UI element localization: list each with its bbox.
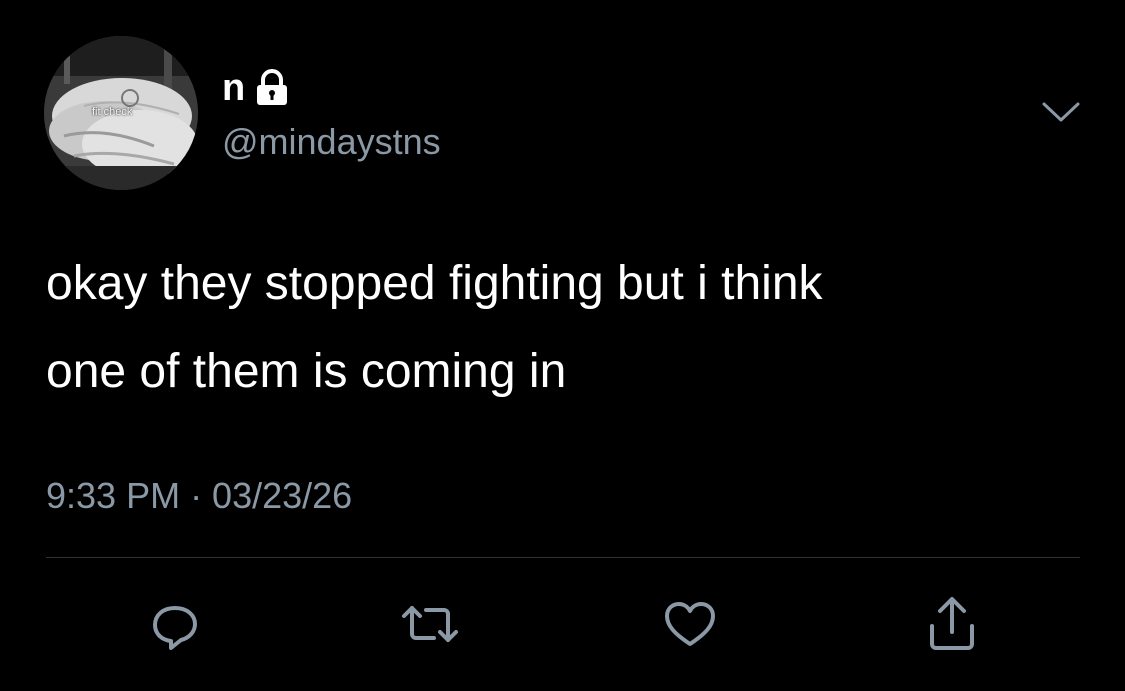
share-arrow-icon bbox=[924, 594, 980, 654]
share-button[interactable] bbox=[922, 594, 982, 654]
tweet-text: okay they stopped fighting but i think o… bbox=[46, 257, 823, 398]
tweet-card: fit check n @mindaystns okay they stoppe… bbox=[0, 0, 1125, 691]
name-row: n bbox=[222, 68, 291, 108]
user-handle[interactable]: @mindaystns bbox=[222, 120, 441, 164]
retweet-button[interactable] bbox=[400, 594, 460, 654]
avatar-caption: fit check bbox=[92, 106, 133, 118]
speech-bubble-icon bbox=[147, 596, 203, 652]
avatar[interactable]: fit check bbox=[44, 36, 198, 190]
lock-icon bbox=[253, 69, 291, 107]
chevron-down-icon[interactable] bbox=[1040, 96, 1082, 126]
display-name[interactable]: n bbox=[222, 68, 245, 108]
divider bbox=[46, 557, 1080, 558]
reply-button[interactable] bbox=[145, 594, 205, 654]
tweet-timestamp[interactable]: 9:33 PM · 03/23/26 bbox=[46, 474, 352, 518]
retweet-arrows-icon bbox=[398, 596, 462, 652]
heart-icon bbox=[661, 596, 719, 652]
like-button[interactable] bbox=[660, 594, 720, 654]
